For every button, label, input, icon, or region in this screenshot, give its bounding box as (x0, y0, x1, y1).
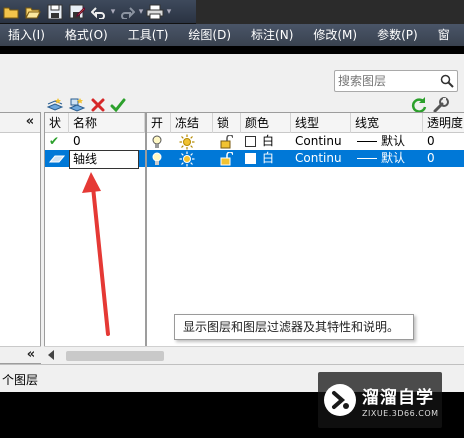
redo-icon[interactable] (116, 1, 138, 23)
search-layers-box[interactable] (334, 70, 458, 92)
col-lock[interactable]: 锁 (213, 113, 241, 133)
layer-name-edit-field[interactable]: 轴线 (69, 150, 139, 169)
lightbulb-on-icon[interactable] (151, 133, 163, 150)
sun-thaw-icon[interactable] (179, 133, 195, 150)
layer-row[interactable]: ✔ 0 白 Continu 默认 0 (45, 133, 464, 150)
undo-icon[interactable] (88, 1, 110, 23)
search-layers-input[interactable] (335, 71, 435, 91)
lineweight-sample (357, 158, 377, 159)
filter-pane-footer: « (0, 346, 41, 364)
scroll-thumb[interactable] (66, 351, 164, 361)
unlock-icon[interactable] (219, 150, 233, 167)
watermark-subtitle: ZIXUE.3D66.COM (362, 408, 439, 418)
save-as-icon[interactable] (66, 1, 88, 23)
col-on[interactable]: 开 (147, 113, 171, 133)
current-layer-check-icon: ✔ (49, 134, 60, 148)
menu-dimension[interactable]: 标注(N) (241, 24, 303, 46)
menu-modify[interactable]: 修改(M) (303, 24, 367, 46)
tooltip: 显示图层和图层过滤器及其特性和说明。 (174, 314, 414, 340)
menu-format[interactable]: 格式(O) (55, 24, 118, 46)
filter-tree-pane: « (0, 112, 41, 348)
layer-color[interactable]: 白 (245, 150, 274, 167)
filter-tree-header: « (0, 113, 40, 133)
dialog-top-border (0, 46, 464, 54)
layer-color[interactable]: 白 (245, 133, 274, 150)
color-swatch (245, 153, 256, 164)
collapse-bottom-icon[interactable]: « (23, 347, 39, 363)
menu-window[interactable]: 窗 (428, 24, 460, 46)
menu-insert[interactable]: 插入(I) (0, 24, 55, 46)
col-freeze[interactable]: 冻结 (171, 113, 213, 133)
col-name[interactable]: 名称 (69, 113, 145, 133)
watermark-logo (324, 384, 356, 416)
layer-color-label: 白 (262, 151, 275, 165)
col-lineweight[interactable]: 线宽 (351, 113, 423, 133)
col-transparency[interactable]: 透明度 (423, 113, 464, 133)
watermark: 溜溜自学 ZIXUE.3D66.COM (318, 372, 442, 428)
sun-thaw-icon[interactable] (179, 150, 195, 167)
col-color[interactable]: 颜色 (241, 113, 291, 133)
save-icon[interactable] (44, 1, 66, 23)
lightbulb-on-icon[interactable] (151, 150, 163, 167)
collapse-filter-pane-icon[interactable]: « (22, 114, 38, 130)
horizontal-scrollbar[interactable] (44, 346, 464, 364)
quick-access-toolbar: ▾ ▾ ▾ (0, 0, 196, 24)
search-icon[interactable] (440, 74, 454, 91)
menu-tools[interactable]: 工具(T) (118, 24, 179, 46)
dialog-header (0, 54, 464, 113)
layer-status-icon (49, 150, 65, 167)
layer-row[interactable]: 轴线 白 Continu 默认 0 (45, 150, 464, 169)
toolbar-dropdown-icon[interactable]: ▾ (166, 3, 172, 21)
watermark-title: 溜溜自学 (362, 387, 434, 408)
name-column-divider[interactable] (145, 113, 147, 363)
layer-list-header: 状 名称 开 冻结 锁 颜色 线型 线宽 透明度 (45, 113, 464, 133)
menu-parametric[interactable]: 参数(P) (367, 24, 428, 46)
layer-count-text: 个图层 (2, 373, 39, 387)
color-swatch (245, 136, 256, 147)
unlock-icon[interactable] (219, 133, 233, 150)
layer-lineweight-label: 默认 (381, 151, 406, 165)
layer-lineweight[interactable]: 默认 (357, 150, 405, 167)
print-icon[interactable] (144, 1, 166, 23)
col-status[interactable]: 状 (45, 113, 69, 133)
scroll-left-icon[interactable] (48, 350, 54, 360)
title-bar-area (196, 0, 464, 24)
layer-lineweight-label: 默认 (381, 134, 406, 148)
folder-icon[interactable] (0, 1, 22, 23)
col-linetype[interactable]: 线型 (291, 113, 351, 133)
lineweight-sample (357, 141, 377, 142)
menu-bar: 插入(I) 格式(O) 工具(T) 绘图(D) 标注(N) 修改(M) 参数(P… (0, 24, 464, 46)
layer-color-label: 白 (262, 134, 275, 148)
layer-name[interactable]: 0 (73, 133, 143, 150)
watermark-text: 溜溜自学 ZIXUE.3D66.COM (362, 383, 439, 418)
layer-linetype[interactable]: Continu (295, 150, 342, 167)
menu-draw[interactable]: 绘图(D) (178, 24, 241, 46)
layer-linetype[interactable]: Continu (295, 133, 342, 150)
layer-lineweight[interactable]: 默认 (357, 133, 405, 150)
open-icon[interactable] (22, 1, 44, 23)
layer-transparency[interactable]: 0 (427, 150, 435, 167)
layer-transparency[interactable]: 0 (427, 133, 435, 150)
